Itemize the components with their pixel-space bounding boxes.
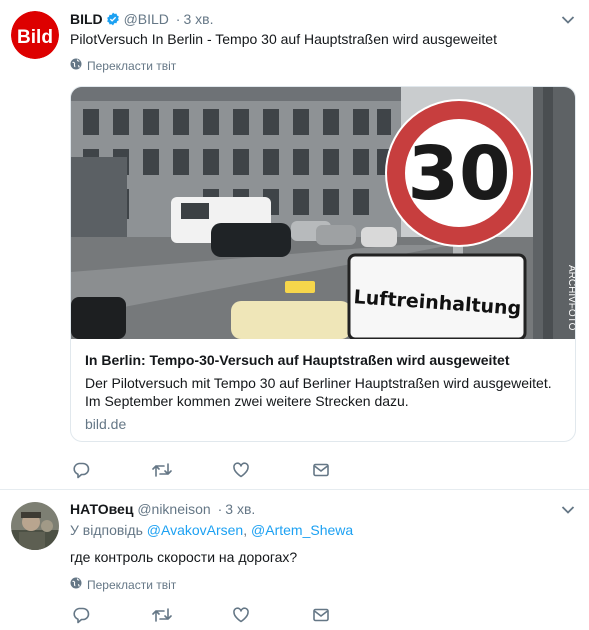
avatar[interactable]: Bild (11, 11, 59, 59)
like-icon[interactable] (232, 460, 312, 480)
tweet-actions (72, 460, 392, 480)
link-card[interactable]: 30 Luftreinhaltung ARCHIVFOTO In Berlin:… (70, 86, 576, 442)
tweet-header: НАТОвец @nikneison · 3 хв. (70, 500, 255, 518)
user-handle[interactable]: @nikneison (137, 501, 210, 517)
reply-context: У відповідь @AvakovArsen, @Artem_Shewa (70, 522, 353, 538)
globe-icon (70, 577, 82, 592)
reply-icon[interactable] (72, 460, 152, 480)
translate-label: Перекласти твіт (87, 58, 177, 73)
retweet-icon[interactable] (152, 605, 232, 625)
separator: · (175, 11, 181, 27)
card-description: Der Pilotversuch mit Tempo 30 auf Berlin… (85, 374, 565, 410)
translate-tweet-link[interactable]: Перекласти твіт (70, 577, 176, 592)
card-description-line: Im September kommen zwei weitere Strecke… (85, 393, 409, 409)
message-icon[interactable] (312, 460, 392, 480)
translate-tweet-link[interactable]: Перекласти твіт (70, 58, 176, 73)
tweet[interactable]: НАТОвец @nikneison · 3 хв. У відповідь @A… (0, 490, 589, 630)
image-watermark: ARCHIVFOTO (566, 265, 576, 331)
reply-comma: , (243, 522, 248, 538)
timestamp[interactable]: 3 хв. (225, 501, 255, 517)
like-icon[interactable] (232, 605, 312, 625)
retweet-icon[interactable] (152, 460, 232, 480)
verified-icon (106, 12, 120, 30)
reply-user-link[interactable]: @Artem_Shewa (251, 522, 353, 538)
chevron-down-icon[interactable] (561, 502, 575, 520)
user-photo-icon (11, 502, 59, 550)
logo-text: Bild (17, 27, 53, 48)
timestamp[interactable]: 3 хв. (183, 11, 213, 27)
tweet[interactable]: Bild BILD @BILD · 3 хв. PilotVersuch In B… (0, 0, 589, 490)
reply-user-link[interactable]: @AvakovArsen (147, 522, 243, 538)
separator: · (217, 501, 223, 517)
globe-icon (70, 58, 82, 73)
avatar[interactable] (11, 502, 59, 550)
translate-label: Перекласти твіт (87, 577, 177, 592)
bild-logo-icon: Bild (11, 11, 59, 59)
card-title: In Berlin: Tempo-30-Versuch auf Hauptstr… (85, 352, 510, 368)
card-description-line: Der Pilotversuch mit Tempo 30 auf Berlin… (85, 375, 552, 391)
tweet-actions (72, 605, 392, 625)
tweet-text: PilotVersuch In Berlin - Tempo 30 auf Ha… (70, 31, 497, 47)
sign-number: 30 (408, 131, 511, 217)
user-handle[interactable]: @BILD (124, 11, 169, 27)
card-domain: bild.de (85, 416, 127, 432)
reply-prefix: У відповідь (70, 522, 143, 538)
reply-icon[interactable] (72, 605, 152, 625)
card-image: 30 Luftreinhaltung ARCHIVFOTO (71, 87, 576, 339)
display-name[interactable]: BILD (70, 11, 103, 27)
message-icon[interactable] (312, 605, 392, 625)
display-name[interactable]: НАТОвец (70, 501, 133, 517)
tweet-text: где контроль скорости на дорогах? (70, 549, 298, 565)
tweet-header: BILD @BILD · 3 хв. (70, 10, 213, 30)
chevron-down-icon[interactable] (561, 12, 575, 30)
card-body: In Berlin: Tempo-30-Versuch auf Hauptstr… (85, 351, 565, 433)
